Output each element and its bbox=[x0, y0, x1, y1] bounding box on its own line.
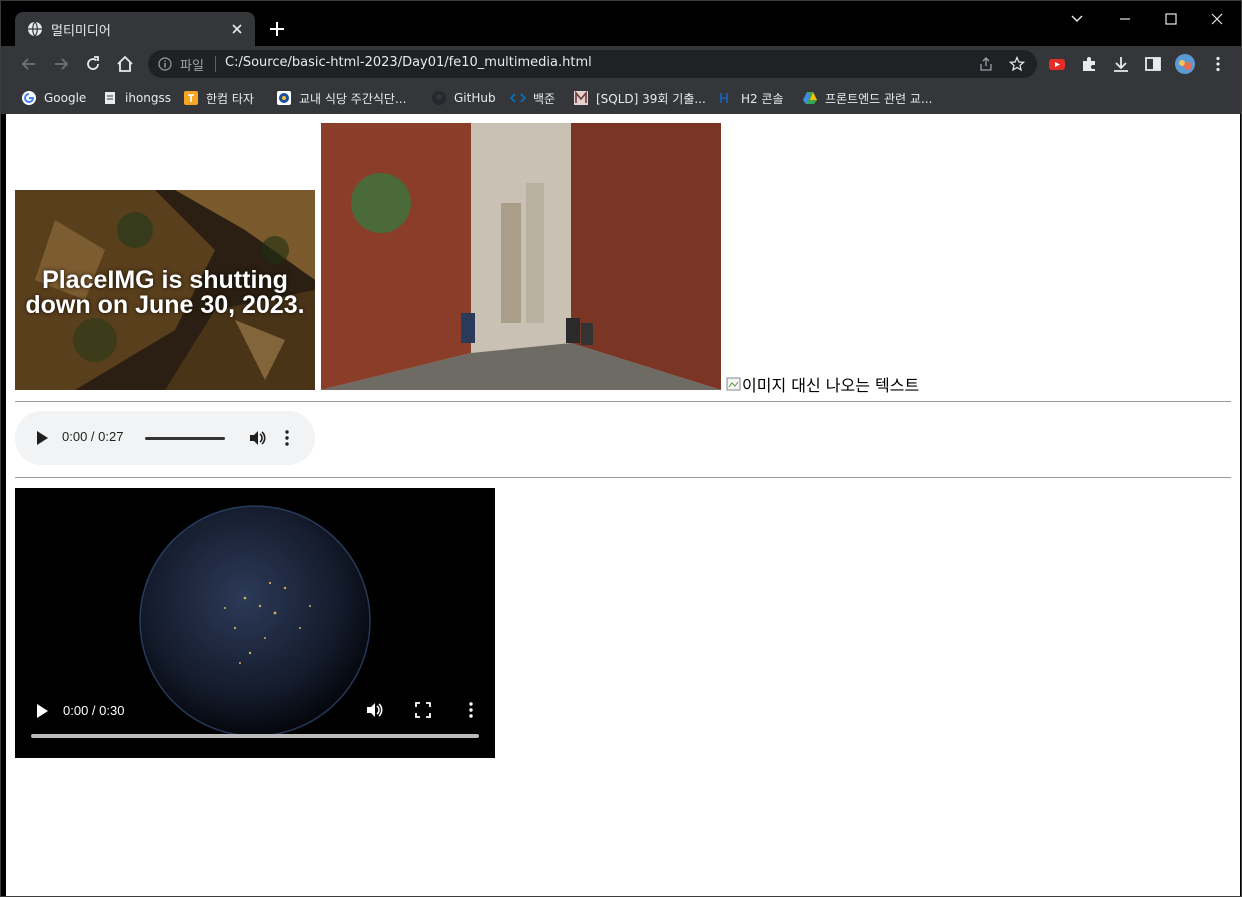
bookmark-label: GitHub bbox=[454, 91, 496, 105]
video-player[interactable]: 0:00 / 0:30 bbox=[15, 488, 495, 758]
video-progress-slider[interactable] bbox=[31, 734, 479, 738]
fullscreen-icon[interactable] bbox=[414, 701, 432, 719]
google-icon bbox=[22, 91, 36, 105]
video-time: 0:00 / 0:30 bbox=[63, 703, 125, 718]
extensions-puzzle-icon[interactable] bbox=[1079, 54, 1099, 74]
reload-icon[interactable] bbox=[83, 54, 103, 74]
tab-strip: 멀티미디어 bbox=[1, 1, 1241, 46]
bookmark-label: 교내 식당 주간식단... bbox=[299, 91, 407, 106]
bookmark-github[interactable]: GitHub bbox=[431, 88, 496, 108]
audio-progress-slider[interactable] bbox=[145, 437, 225, 440]
browser-toolbar: 파일 C:/Source/basic-html-2023/Day01/fe10_… bbox=[1, 46, 1241, 82]
address-bar[interactable]: 파일 C:/Source/basic-html-2023/Day01/fe10_… bbox=[148, 50, 1037, 78]
bookmark-baekjoon[interactable]: 백준 bbox=[510, 88, 555, 108]
volume-icon[interactable] bbox=[248, 429, 266, 447]
profile-avatar-icon[interactable] bbox=[1175, 54, 1195, 74]
browser-window: 멀티미디어 파일 C:/Source/basic-html-2023/Day01… bbox=[0, 0, 1242, 897]
hancom-icon bbox=[184, 91, 198, 105]
bookmark-school-menu[interactable]: 교내 식당 주간식단... bbox=[276, 88, 406, 108]
scheme-label: 파일 bbox=[180, 59, 204, 74]
bookmark-label: 프론트엔드 관련 교... bbox=[825, 91, 933, 106]
broken-image-icon bbox=[726, 377, 741, 391]
globe-icon bbox=[28, 21, 42, 37]
bookmark-label: 백준 bbox=[533, 91, 556, 106]
bookmark-label: Google bbox=[44, 91, 87, 105]
school-icon bbox=[277, 91, 291, 105]
tab-search-icon[interactable] bbox=[1067, 9, 1087, 29]
bookmark-sqld[interactable]: [SQLD] 39회 기출... bbox=[573, 88, 706, 108]
active-tab[interactable]: 멀티미디어 bbox=[15, 12, 255, 46]
menu-kebab-icon[interactable] bbox=[1208, 54, 1228, 74]
horizontal-rule bbox=[15, 477, 1231, 478]
info-icon[interactable] bbox=[158, 57, 172, 71]
horizontal-rule bbox=[15, 401, 1231, 402]
broken-image-alt-text: 이미지 대신 나오는 텍스트 bbox=[742, 376, 920, 395]
code-icon bbox=[510, 93, 526, 103]
placeimg-image: PlaceIMG is shutting down on June 30, 20… bbox=[15, 190, 315, 390]
placeimg-notice: PlaceIMG is shutting down on June 30, 20… bbox=[25, 266, 305, 319]
close-tab-icon[interactable] bbox=[229, 21, 245, 37]
bookmark-label: H2 콘솔 bbox=[741, 91, 784, 106]
broken-image: 이미지 대신 나오는 텍스트 bbox=[726, 372, 919, 396]
github-icon bbox=[432, 91, 446, 105]
extension-red-icon[interactable] bbox=[1047, 54, 1067, 74]
bookmark-label: ihongss bbox=[125, 91, 172, 105]
minimize-icon[interactable] bbox=[1115, 9, 1135, 29]
h2-icon bbox=[720, 93, 728, 103]
close-window-icon[interactable] bbox=[1207, 9, 1227, 29]
url-text[interactable]: C:/Source/basic-html-2023/Day01/fe10_mul… bbox=[225, 55, 592, 70]
download-icon[interactable] bbox=[1111, 54, 1131, 74]
alley-image bbox=[321, 123, 721, 390]
play-icon[interactable] bbox=[35, 430, 49, 446]
drive-icon bbox=[803, 92, 817, 104]
bookmark-ihongss[interactable]: ihongss bbox=[102, 88, 171, 108]
forward-icon[interactable] bbox=[51, 54, 71, 74]
bookmark-hancom[interactable]: 한컴 타자 bbox=[183, 88, 254, 108]
video-volume-icon[interactable] bbox=[365, 701, 383, 719]
video-more-options-icon[interactable] bbox=[467, 701, 475, 719]
bookmark-google[interactable]: Google bbox=[21, 88, 86, 108]
bookmark-label: 한컴 타자 bbox=[206, 91, 254, 106]
audio-player[interactable]: 0:00 / 0:27 bbox=[15, 411, 315, 465]
share-icon[interactable] bbox=[978, 56, 994, 72]
audio-more-options-icon[interactable] bbox=[283, 429, 291, 447]
audio-time: 0:00 / 0:27 bbox=[62, 429, 124, 444]
bookmark-label: [SQLD] 39회 기출... bbox=[596, 91, 706, 106]
maximize-icon[interactable] bbox=[1161, 9, 1181, 29]
m-icon bbox=[574, 90, 588, 105]
bookmark-frontend[interactable]: 프론트엔드 관련 교... bbox=[802, 88, 932, 108]
bookmark-h2-console[interactable]: H2 콘솔 bbox=[718, 88, 784, 108]
page-content: PlaceIMG is shutting down on June 30, 20… bbox=[6, 114, 1240, 896]
side-panel-icon[interactable] bbox=[1143, 54, 1163, 74]
bookmarks-bar: Google ihongss 한컴 타자 교내 식당 주간식단... GitHu… bbox=[1, 82, 1241, 114]
document-icon bbox=[105, 92, 115, 104]
brick-alley-photo bbox=[321, 123, 721, 390]
back-icon[interactable] bbox=[19, 54, 39, 74]
omnibox-divider bbox=[215, 56, 216, 72]
new-tab-icon[interactable] bbox=[267, 19, 287, 39]
home-icon[interactable] bbox=[115, 54, 135, 74]
video-play-icon[interactable] bbox=[35, 703, 49, 719]
tab-title: 멀티미디어 bbox=[51, 24, 111, 39]
bookmark-star-icon[interactable] bbox=[1009, 56, 1025, 72]
